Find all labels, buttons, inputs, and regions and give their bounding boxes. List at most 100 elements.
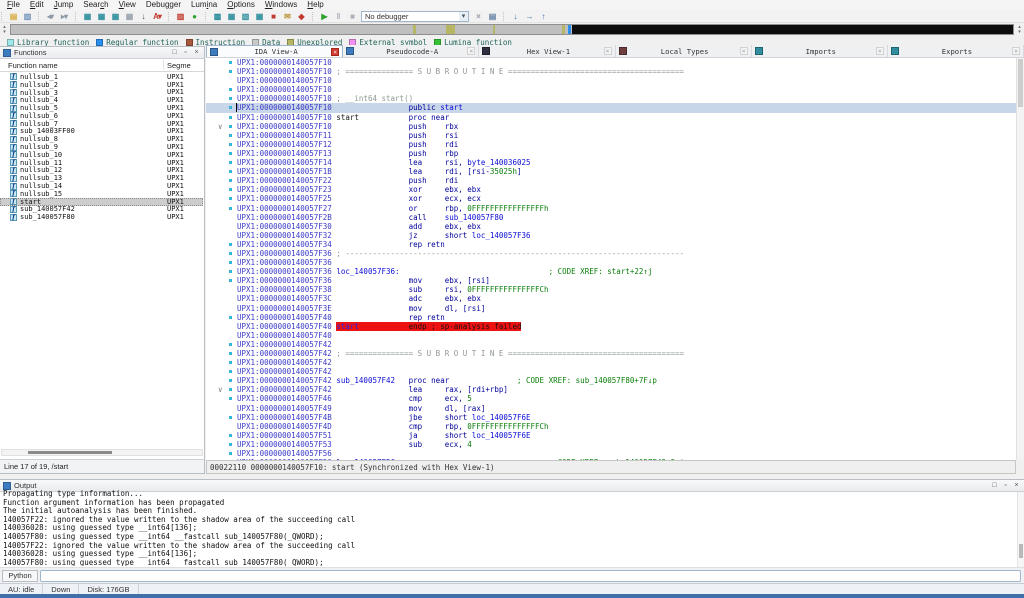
function-row-nullsub-6[interactable]: fnullsub_6UPX1	[0, 112, 203, 120]
function-row-nullsub-1[interactable]: fnullsub_1UPX1	[0, 73, 203, 81]
function-row-nullsub-2[interactable]: fnullsub_2UPX1	[0, 81, 203, 89]
jump-name-icon[interactable]: ▦	[123, 10, 135, 22]
function-row-nullsub-15[interactable]: fnullsub_15UPX1	[0, 190, 203, 198]
fold-arrow-icon[interactable]: ∨	[218, 122, 223, 131]
menu-item-view[interactable]: View	[114, 0, 141, 10]
function-row-nullsub-5[interactable]: fnullsub_5UPX1	[0, 104, 203, 112]
debugger-options-icon[interactable]: ▤	[486, 10, 498, 22]
menu-item-search[interactable]: Search	[78, 0, 113, 10]
function-row-nullsub-12[interactable]: fnullsub_12UPX1	[0, 167, 203, 175]
python-interpreter-tab[interactable]: Python	[2, 570, 38, 582]
navigation-band[interactable]: ▴▾ ▴▾	[0, 23, 1024, 37]
tab-close-icon[interactable]: ×	[876, 47, 884, 55]
navband-right-arrows-icon[interactable]: ▴▾	[1015, 24, 1024, 35]
jump-back-icon[interactable]: ▦	[81, 10, 93, 22]
asm-line[interactable]: UPX1:0000000140057F10 public start	[206, 103, 1016, 112]
function-row-nullsub-8[interactable]: fnullsub_8UPX1	[0, 135, 203, 143]
asm-line[interactable]: UPX1:0000000140057F40 rep retn	[206, 313, 1016, 322]
asm-line[interactable]: UPX1:0000000140057F40 start endp ; sp-an…	[206, 322, 1016, 331]
asm-line[interactable]: UPX1:0000000140057F3E mov dl, [rsi]	[206, 304, 1016, 313]
jump-forward-icon[interactable]: ▦	[95, 10, 107, 22]
stop-process-icon[interactable]: ■	[346, 10, 358, 22]
function-row-sub-140057f42[interactable]: fsub_140057F42UPX1	[0, 206, 203, 214]
function-row-nullsub-9[interactable]: fnullsub_9UPX1	[0, 143, 203, 151]
asm-line[interactable]: UPX1:0000000140057F13 push rbp	[206, 149, 1016, 158]
asm-line[interactable]: UPX1:0000000140057F30 add ebx, ebx	[206, 222, 1016, 231]
menu-item-jump[interactable]: Jump	[49, 0, 79, 10]
function-row-sub-14003ff00[interactable]: fsub_14003FF00UPX1	[0, 128, 203, 136]
breakpoints-icon[interactable]: ◆	[295, 10, 307, 22]
asm-line[interactable]: UPX1:0000000140057F10 ; __int64 start()	[206, 94, 1016, 103]
asm-line[interactable]: UPX1:0000000140057F2B call sub_140057F80	[206, 213, 1016, 222]
function-row-nullsub-10[interactable]: fnullsub_10UPX1	[0, 151, 203, 159]
asm-line[interactable]: UPX1:0000000140057F36 ; ----------------…	[206, 249, 1016, 258]
step-over-icon[interactable]: →	[523, 10, 535, 22]
menu-item-windows[interactable]: Windows	[260, 0, 302, 10]
asm-line[interactable]: UPX1:0000000140057F10	[206, 58, 1016, 67]
asm-line[interactable]: UPX1:0000000140057F27 or rbp, 0FFFFFFFFF…	[206, 204, 1016, 213]
menu-item-lumina[interactable]: Lumina	[186, 0, 222, 10]
disassembly-listing[interactable]: UPX1:0000000140057F10UPX1:0000000140057F…	[206, 58, 1016, 460]
asm-line[interactable]: UPX1:0000000140057F32 jz short loc_14005…	[206, 231, 1016, 240]
asm-line[interactable]: UPX1:0000000140057F42	[206, 367, 1016, 376]
navband-track[interactable]	[10, 24, 1014, 35]
nav-back-icon[interactable]: ◂▾	[44, 10, 56, 22]
tab-local-types[interactable]: Local Types×	[616, 45, 752, 57]
asm-line[interactable]: UPX1:0000000140057F12 push rdi	[206, 140, 1016, 149]
analysis-options-icon[interactable]: A▾	[151, 10, 163, 22]
pause-process-icon[interactable]: ‖	[332, 10, 344, 22]
asm-line[interactable]: UPX1:0000000140057F34 rep retn	[206, 240, 1016, 249]
menu-item-help[interactable]: Help	[302, 0, 328, 10]
asm-line[interactable]: UPX1:0000000140057F36 mov ebx, [rsi]	[206, 276, 1016, 285]
listing-vscrollbar[interactable]	[1016, 58, 1024, 460]
asm-line[interactable]: UPX1:0000000140057F42	[206, 358, 1016, 367]
asm-line[interactable]: UPX1:0000000140057F42 sub_140057F42 proc…	[206, 376, 1016, 385]
detach-icon[interactable]: ×	[472, 10, 484, 22]
vscrollbar-thumb[interactable]	[1018, 59, 1023, 107]
segments-window-icon[interactable]: ▧	[239, 10, 251, 22]
run-until-return-icon[interactable]: ↑	[537, 10, 549, 22]
tab-close-icon[interactable]: ×	[740, 47, 748, 55]
tab-hex-view-1[interactable]: Hex View-1×	[479, 45, 615, 57]
stop-analysis-icon[interactable]: ■	[267, 10, 279, 22]
tab-close-icon[interactable]: ×	[467, 47, 475, 55]
tab-close-icon[interactable]: ×	[604, 47, 612, 55]
asm-line[interactable]: UPX1:0000000140057F23 xor ebx, ebx	[206, 185, 1016, 194]
asm-line[interactable]: UPX1:0000000140057F40	[206, 331, 1016, 340]
feedback-mail-icon[interactable]: ✉	[281, 10, 293, 22]
lumina-toggle-icon[interactable]: ●	[188, 10, 200, 22]
step-into-icon[interactable]: ↓	[509, 10, 521, 22]
function-row-nullsub-14[interactable]: fnullsub_14UPX1	[0, 182, 203, 190]
functions-hscrollbar[interactable]	[1, 449, 203, 456]
python-input[interactable]	[40, 570, 1021, 582]
tab-pseudocode-a[interactable]: Pseudocode-A×	[343, 45, 479, 57]
chevron-down-icon[interactable]: ▾	[459, 12, 468, 21]
asm-line[interactable]: UPX1:0000000140057F4D cmp rbp, 0FFFFFFFF…	[206, 422, 1016, 431]
asm-line[interactable]: UPX1:0000000140057F56	[206, 449, 1016, 458]
asm-line[interactable]: UPX1:0000000140057F10	[206, 85, 1016, 94]
asm-line[interactable]: UPX1:0000000140057F10 start proc near	[206, 113, 1016, 122]
asm-line[interactable]: UPX1:0000000140057F3C adc ebx, ebx	[206, 294, 1016, 303]
functions-float-button[interactable]: ▫	[181, 48, 190, 58]
output-vscrollbar[interactable]	[1017, 492, 1024, 568]
asm-line[interactable]: UPX1:0000000140057F10 ; =============== …	[206, 67, 1016, 76]
function-row-nullsub-13[interactable]: fnullsub_13UPX1	[0, 174, 203, 182]
vscrollbar-thumb[interactable]	[1019, 544, 1023, 558]
asm-line[interactable]: UPX1:0000000140057F53 sub ecx, 4	[206, 440, 1016, 449]
save-file-icon[interactable]: ▥	[21, 10, 33, 22]
tab-close-icon[interactable]: ×	[1012, 47, 1020, 55]
function-row-nullsub-3[interactable]: fnullsub_3UPX1	[0, 89, 203, 97]
output-log[interactable]: Propagating type information...Function …	[0, 490, 1016, 566]
asm-line[interactable]: UPX1:0000000140057F38 sub rsi, 0FFFFFFFF…	[206, 285, 1016, 294]
strings-window-icon[interactable]: ▦	[225, 10, 237, 22]
column-function-name[interactable]: Function name	[8, 61, 58, 70]
functions-maximize-button[interactable]: □	[170, 48, 179, 58]
asm-line[interactable]: UPX1:0000000140057F11 push rsi	[206, 131, 1016, 140]
asm-line[interactable]: UPX1:0000000140057F46 cmp ecx, 5	[206, 394, 1016, 403]
asm-line[interactable]: UPX1:0000000140057F36 loc_140057F36: ; C…	[206, 267, 1016, 276]
menu-item-file[interactable]: File	[2, 0, 25, 10]
jump-address-icon[interactable]: ▦	[109, 10, 121, 22]
navband-left-arrows-icon[interactable]: ▴▾	[0, 24, 9, 35]
open-subviews-icon[interactable]: ▩	[211, 10, 223, 22]
asm-line[interactable]: UPX1:0000000140057F42 ; =============== …	[206, 349, 1016, 358]
